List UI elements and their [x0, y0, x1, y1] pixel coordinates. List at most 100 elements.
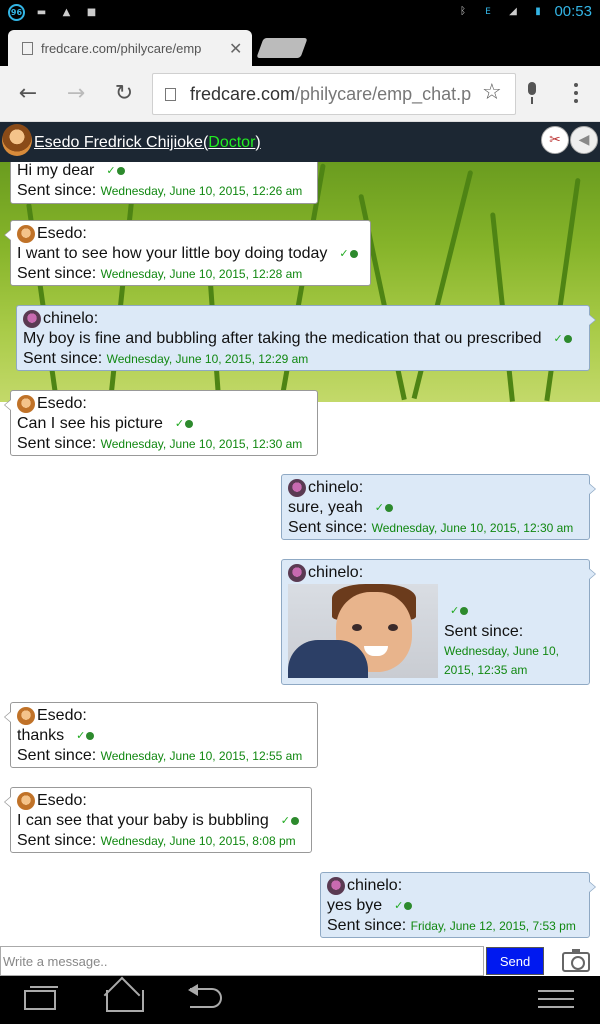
send-button[interactable]: Send: [486, 947, 544, 975]
sender-name: Esedo:: [37, 706, 87, 724]
status-bar: 96 ▬ ▲ ■ ᛒ E ◢ ▮ 00:53: [0, 0, 600, 26]
message-bubble: Esedo: thanks ✓ Sent since: Wednesday, Ju…: [4, 702, 318, 768]
sender-name: chinelo:: [43, 309, 99, 327]
sent-label: Sent since:: [327, 917, 407, 934]
forward-icon[interactable]: →: [62, 80, 90, 108]
sent-label: Sent since:: [17, 182, 97, 199]
sender-avatar: [288, 478, 306, 497]
message-text: Can I see his picture: [17, 415, 163, 433]
sender-avatar: [23, 309, 41, 328]
battery-icon: ▮: [535, 6, 541, 17]
message-timestamp: Wednesday, June 10, 2015, 12:30 am: [100, 437, 303, 451]
message-timestamp: Wednesday, June 10, 2015, 12:28 am: [100, 267, 303, 281]
message-bubble: Esedo: I can see that your baby is bubbl…: [4, 787, 312, 853]
shared-photo[interactable]: [288, 584, 438, 678]
read-ticks-icon: ✓: [76, 726, 95, 746]
settings-tools-icon[interactable]: ✂: [541, 126, 569, 154]
signal-icon: ◢: [509, 6, 517, 17]
notification-badge-icon: 96: [8, 4, 25, 21]
sent-label: Sent since:: [288, 519, 368, 536]
microphone-icon[interactable]: [526, 82, 538, 104]
sender-avatar: [327, 876, 345, 895]
reload-icon[interactable]: ↻: [110, 80, 138, 108]
bluetooth-icon: ᛒ: [459, 6, 466, 17]
read-ticks-icon: ✓: [554, 329, 572, 349]
sent-label: Sent since:: [17, 435, 97, 452]
tab-title: fredcare.com/philycare/emp: [41, 40, 202, 56]
sender-avatar: [17, 224, 35, 243]
sent-label: Sent since:: [17, 265, 97, 282]
doctor-name-link[interactable]: Esedo Fredrick Chijioke(Doctor): [34, 134, 261, 152]
message-bubble: chinelo: sure, yeah ✓ Sent since: Wednesd…: [281, 474, 596, 540]
tab-strip: fredcare.com/philycare/emp ✕: [0, 26, 600, 66]
read-ticks-icon: ✓: [106, 162, 125, 181]
message-text: sure, yeah: [288, 499, 363, 517]
sender-avatar: [17, 706, 35, 725]
message-bubble: Esedo: I want to see how your little boy…: [4, 220, 371, 286]
bookmark-star-icon[interactable]: ☆: [482, 80, 502, 105]
message-timestamp: Wednesday, June 10, 2015, 12:29 am: [106, 352, 309, 366]
url-path: /philycare/emp_chat.p: [295, 83, 472, 104]
url-domain: fredcare.com: [190, 83, 296, 104]
recent-apps-icon[interactable]: [24, 986, 58, 1010]
message-timestamp: Wednesday, June 10, 2015, 12:30 am: [371, 521, 574, 535]
system-nav-bar: [0, 976, 600, 1024]
sender-name: Esedo:: [37, 224, 87, 242]
read-ticks-icon: ✓: [450, 604, 469, 617]
sender-name: chinelo:: [308, 563, 364, 581]
back-arrow-icon[interactable]: ◀: [570, 126, 598, 154]
menu-icon[interactable]: [538, 990, 574, 1014]
composer: Send: [0, 946, 600, 976]
sent-label: Sent since:: [17, 747, 97, 764]
sent-label: Sent since:: [23, 350, 103, 367]
chat-icon: ■: [86, 7, 97, 18]
network-type-icon: E: [485, 6, 491, 17]
address-bar[interactable]: fredcare.com/philycare/emp_chat.p: [152, 73, 516, 115]
read-ticks-icon: ✓: [375, 498, 393, 518]
message-bubble: Esedo: Can I see his picture ✓ Sent since…: [4, 390, 318, 456]
home-icon[interactable]: [106, 990, 144, 1012]
back-icon[interactable]: ←: [14, 80, 42, 108]
camera-icon[interactable]: [562, 949, 590, 972]
message-text: thanks: [17, 727, 65, 745]
message-text: I want to see how your little boy doing …: [17, 245, 328, 263]
doctor-name: Esedo Fredrick Chijioke: [34, 134, 203, 151]
sender-avatar: [17, 394, 35, 413]
message-timestamp: Wednesday, June 10, 2015, 8:08 pm: [100, 834, 296, 848]
message-timestamp: Friday, June 12, 2015, 7:53 pm: [410, 919, 576, 933]
chat-thread[interactable]: Hi my dear ✓ Sent since: Wednesday, June …: [0, 162, 600, 946]
browser-toolbar: ← → ↻ fredcare.com/philycare/emp_chat.p …: [0, 66, 600, 122]
sent-label: Sent since:: [444, 623, 524, 640]
message-text: Hi my dear: [17, 162, 95, 180]
sender-avatar: [17, 791, 35, 810]
message-input[interactable]: [0, 946, 484, 976]
close-tab-icon[interactable]: ✕: [229, 39, 242, 58]
back-nav-icon[interactable]: [188, 984, 222, 1008]
message-timestamp: 2015, 12:35 am: [444, 663, 528, 677]
doctor-avatar: [2, 124, 32, 156]
message-bubble: Hi my dear ✓ Sent since: Wednesday, June …: [10, 162, 318, 204]
page-info-icon[interactable]: [165, 87, 176, 101]
message-text: My boy is fine and bubbling after taking…: [23, 330, 542, 348]
message-bubble: chinelo: yes bye ✓ Sent since: Friday, Ju…: [320, 872, 596, 938]
chat-header: Esedo Fredrick Chijioke(Doctor) ✂ ◀: [0, 122, 600, 162]
sender-name: chinelo:: [308, 478, 364, 496]
browser-tab[interactable]: fredcare.com/philycare/emp ✕: [8, 30, 252, 66]
message-text: yes bye: [327, 897, 383, 915]
message-timestamp: Wednesday, June 10,: [444, 644, 559, 658]
read-ticks-icon: ✓: [339, 244, 358, 264]
paren-close: ): [255, 134, 261, 151]
page-icon: [22, 41, 33, 55]
doctor-role: Doctor: [208, 134, 256, 151]
read-ticks-icon: ✓: [281, 811, 299, 831]
sender-avatar: [288, 563, 306, 582]
read-ticks-icon: ✓: [175, 414, 194, 434]
sender-name: chinelo:: [347, 876, 403, 894]
url-text[interactable]: fredcare.com/philycare/emp_chat.p: [190, 84, 480, 105]
read-ticks-icon: ✓: [394, 896, 413, 916]
message-text: I can see that your baby is bubbling: [17, 812, 269, 830]
message-timestamp: Wednesday, June 10, 2015, 12:55 am: [100, 749, 303, 763]
message-bubble: chinelo: ✓ Sent since: Wednesday, June 1…: [281, 559, 596, 685]
new-tab-button[interactable]: [256, 38, 308, 58]
overflow-menu-icon[interactable]: [574, 83, 578, 107]
